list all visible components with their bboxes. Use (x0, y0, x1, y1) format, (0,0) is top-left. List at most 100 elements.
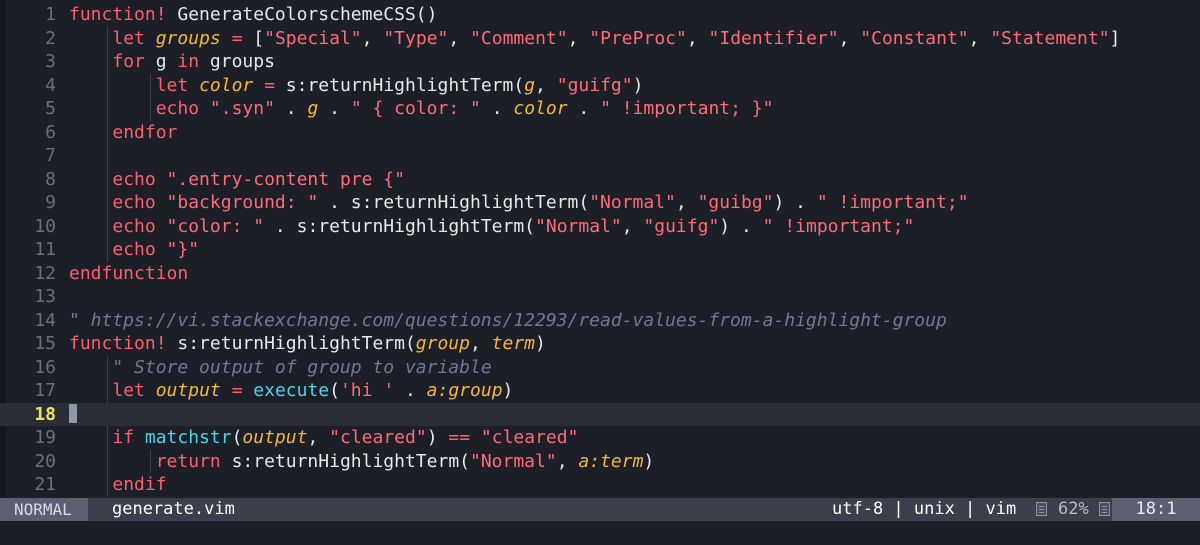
code-token: 'hi ' (339, 380, 395, 401)
indent-guide (106, 97, 108, 121)
code-token: s:returnHighlightTerm( (285, 74, 525, 96)
code-token: "Type" (383, 27, 449, 49)
editor-buffer[interactable]: 1 function! GenerateColorschemeCSS() 2 let … (0, 0, 1200, 498)
status-line: NORMAL generate.vim utf-8 | unix | vim 6… (0, 498, 1200, 521)
code-token: [ (253, 27, 265, 49)
code-token: endif (112, 474, 167, 495)
code-text[interactable]: if matchstr(output, "cleared") == "clear… (112, 426, 578, 450)
code-line[interactable]: 2 let groups = ["Special", "Type", "Comme… (0, 26, 1200, 51)
code-line[interactable]: 21 endif (0, 473, 1200, 497)
code-text[interactable]: echo "color: " . s:returnHighlightTerm("… (112, 215, 914, 239)
code-text[interactable]: echo ".entry-content pre {" (112, 168, 405, 192)
code-token: " !important;" (762, 215, 915, 237)
command-line[interactable] (0, 521, 1200, 545)
code-text[interactable]: let output = execute('hi ' . a:group) (112, 379, 513, 403)
code-text[interactable]: function! GenerateColorschemeCSS() (69, 3, 437, 27)
line-number: 8 (45, 168, 56, 190)
code-token: matchstr (144, 427, 232, 448)
line-number: 3 (45, 51, 56, 72)
code-token: , (838, 27, 861, 49)
code-line[interactable]: 20 return s:returnHighlightTerm("Normal",… (0, 449, 1200, 474)
code-token: "Constant" (860, 27, 969, 49)
code-token: echo (112, 239, 167, 260)
code-line[interactable]: 18 (0, 402, 1200, 427)
code-line[interactable]: 12 endfunction (0, 262, 1200, 286)
code-text[interactable]: " https://vi.stackexchange.com/questions… (69, 309, 947, 333)
code-token: , (567, 27, 590, 49)
line-number: 6 (45, 121, 56, 143)
code-text[interactable]: let groups = ["Special", "Type", "Commen… (112, 27, 1120, 51)
code-text[interactable]: for g in groups (112, 50, 275, 74)
code-token: "cleared" (329, 427, 427, 448)
code-token: = (220, 27, 254, 49)
code-token: ( (329, 380, 340, 401)
code-line[interactable]: 9 echo "background: " . s:returnHighlight… (0, 191, 1200, 215)
code-token: , (621, 215, 644, 237)
code-text[interactable]: echo ".syn" . g . " { color: " . color .… (156, 97, 774, 121)
code-token: ( (231, 427, 243, 448)
code-text[interactable]: endfunction (69, 262, 188, 286)
line-number: 21 (34, 474, 56, 495)
code-text[interactable]: echo "}" (112, 238, 199, 262)
file-icon (1099, 502, 1110, 516)
code-line[interactable]: 7 (0, 144, 1200, 168)
code-token: == (448, 427, 471, 448)
code-line[interactable]: 14 " https://vi.stackexchange.com/questio… (0, 309, 1200, 333)
code-token: echo (155, 98, 210, 119)
line-number: 18 (34, 403, 56, 425)
code-token: , (968, 27, 991, 49)
code-line[interactable]: 5 echo ".syn" . g . " { color: " . color … (0, 97, 1200, 121)
code-token: output (242, 427, 308, 448)
code-token: " !important; }" (600, 98, 774, 119)
code-line[interactable]: 3 for g in groups (0, 50, 1200, 74)
code-token: " Store output of group to variable (112, 356, 492, 378)
code-token: execute (253, 380, 330, 401)
code-line[interactable]: 8 echo ".entry-content pre {" (0, 167, 1200, 192)
code-token: , (307, 427, 330, 448)
code-token: a:group (426, 380, 503, 401)
code-token: "background: " (166, 192, 319, 213)
code-line[interactable]: 6 endfor (0, 120, 1200, 145)
code-token: "}" (166, 239, 200, 260)
code-line[interactable]: 16 " Store output of group to variable (0, 355, 1200, 380)
code-token: "Statement" (990, 27, 1110, 49)
code-token: echo (112, 168, 167, 190)
code-line[interactable]: 19 if matchstr(output, "cleared") == "cle… (0, 426, 1200, 450)
code-token: groups (155, 27, 221, 49)
code-line[interactable]: 17 let output = execute('hi ' . a:group) (0, 379, 1200, 403)
code-token: echo (112, 192, 167, 213)
line-number: 7 (45, 145, 56, 166)
code-token: group (415, 333, 470, 354)
code-token: . s:returnHighlightTerm( (318, 192, 590, 213)
code-token: a:term (578, 450, 644, 472)
code-text[interactable]: let color = s:returnHighlightTerm(g, "gu… (156, 74, 644, 98)
code-token: return (155, 450, 232, 472)
code-text[interactable]: endfor (112, 121, 177, 145)
code-token: ) (426, 427, 449, 448)
code-text[interactable]: function! s:returnHighlightTerm(group, t… (69, 332, 546, 356)
code-text[interactable]: endif (112, 473, 166, 497)
code-token: "guifg" (643, 215, 720, 237)
code-line[interactable]: 11 echo "}" (0, 238, 1200, 262)
code-text[interactable] (67, 403, 77, 427)
code-line[interactable]: 15 function! s:returnHighlightTerm(group,… (0, 332, 1200, 356)
line-number: 14 (34, 309, 56, 331)
indent-guide (106, 120, 108, 144)
code-line[interactable]: 4 let color = s:returnHighlightTerm(g, "g… (0, 73, 1200, 98)
code-text[interactable]: echo "background: " . s:returnHighlightT… (112, 191, 968, 215)
code-token: for (112, 51, 156, 72)
line-number: 19 (34, 427, 56, 448)
code-line[interactable]: 13 (0, 285, 1200, 309)
code-token: echo (112, 215, 167, 237)
indent-guide (106, 238, 108, 262)
line-number: 2 (45, 27, 56, 49)
code-token: . s:returnHighlightTerm( (264, 215, 536, 237)
code-text[interactable]: return s:returnHighlightTerm("Normal", a… (156, 450, 655, 474)
code-text[interactable]: " Store output of group to variable (112, 356, 491, 380)
code-line[interactable]: 1 function! GenerateColorschemeCSS() (0, 3, 1200, 27)
code-token: " https://vi.stackexchange.com/questions… (69, 309, 947, 331)
code-token: ".syn" (209, 98, 275, 119)
mode-indicator: NORMAL (0, 498, 88, 521)
code-line[interactable]: 10 echo "color: " . s:returnHighlightTerm… (0, 214, 1200, 239)
code-token: "PreProc" (589, 27, 687, 49)
